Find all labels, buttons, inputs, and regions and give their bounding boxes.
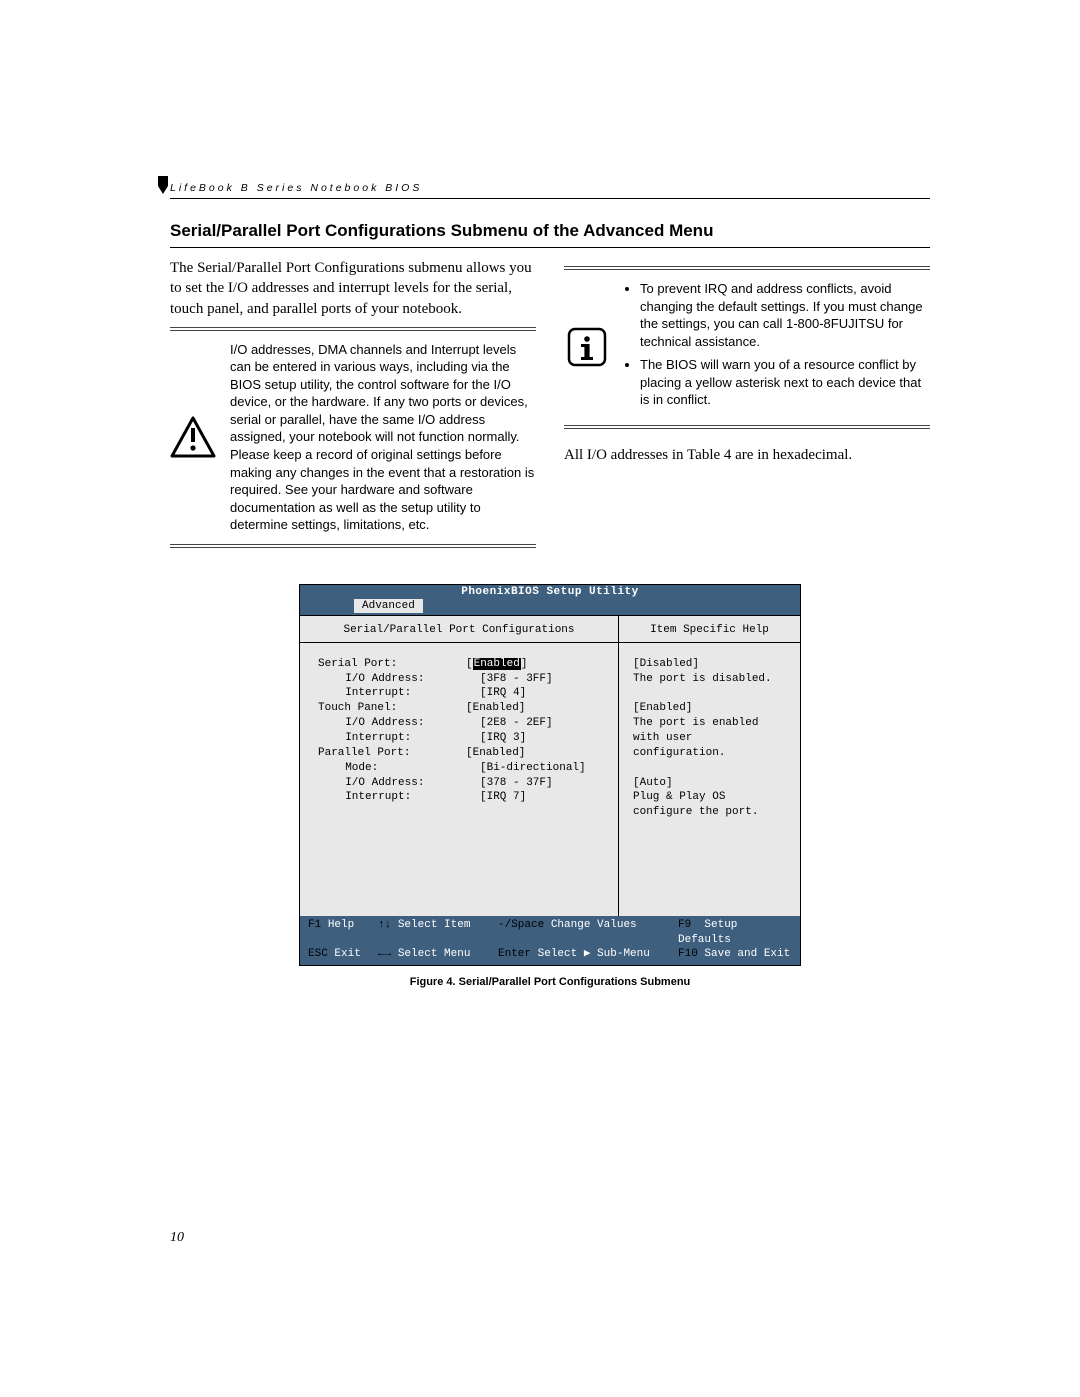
bios-figure: PhoenixBIOS Setup Utility Advanced Seria… <box>299 584 801 989</box>
bios-menubar: Advanced <box>300 599 800 615</box>
bios-setting-label: I/O Address: <box>318 672 480 687</box>
info-bullet: To prevent IRQ and address conflicts, av… <box>640 280 930 350</box>
bios-help-line: The port is disabled. <box>633 672 790 687</box>
bios-help-line: Plug & Play OS <box>633 790 790 805</box>
warning-icon <box>170 416 216 458</box>
key-minus-space[interactable]: -/Space <box>498 919 544 931</box>
bios-titlebar: PhoenixBIOS Setup Utility <box>300 585 800 599</box>
warning-note: I/O addresses, DMA channels and Interrup… <box>170 327 536 548</box>
bios-setting-label: I/O Address: <box>318 776 480 791</box>
header-text: LifeBook B Series Notebook BIOS <box>170 182 422 198</box>
bios-help-line: with user configuration. <box>633 731 790 761</box>
bios-setting-row[interactable]: Touch Panel:[Enabled] <box>318 701 610 716</box>
page-body: LifeBook B Series Notebook BIOS Serial/P… <box>170 178 930 988</box>
warning-text: I/O addresses, DMA channels and Interrup… <box>230 341 536 534</box>
bios-setting-label: Interrupt: <box>318 790 480 805</box>
bios-setting-value[interactable]: [IRQ 7] <box>480 790 526 805</box>
bios-tab-advanced[interactable]: Advanced <box>354 599 423 613</box>
section-title: Serial/Parallel Port Configurations Subm… <box>170 221 930 241</box>
bios-help-panel: Item Specific Help [Disabled]The port is… <box>619 616 800 916</box>
bios-help-line: [Auto] <box>633 776 790 791</box>
bios-setting-value[interactable]: [3F8 - 3FF] <box>480 672 553 687</box>
key-esc[interactable]: ESC <box>308 948 328 960</box>
bios-setting-value[interactable]: [IRQ 3] <box>480 731 526 746</box>
key-f1[interactable]: F1 <box>308 919 321 931</box>
pennant-icon <box>158 176 168 199</box>
intro-paragraph: The Serial/Parallel Port Configurations … <box>170 258 536 319</box>
bios-setting-value[interactable]: [Enabled] <box>466 746 525 761</box>
bios-setting-label: Touch Panel: <box>318 701 466 716</box>
bios-settings-panel: Serial/Parallel Port Configurations Seri… <box>300 616 619 916</box>
bios-setting-value[interactable]: [Bi-directional] <box>480 761 586 776</box>
key-f10[interactable]: F10 <box>678 948 698 960</box>
title-rule <box>170 247 930 248</box>
bios-setting-value[interactable]: [IRQ 4] <box>480 686 526 701</box>
bios-help-line <box>633 761 790 776</box>
bios-setting-value[interactable]: [2E8 - 2EF] <box>480 716 553 731</box>
bios-setting-row[interactable]: Interrupt:[IRQ 4] <box>318 686 610 701</box>
two-column-layout: The Serial/Parallel Port Configurations … <box>170 258 930 548</box>
bios-setting-row[interactable]: I/O Address:[378 - 37F] <box>318 776 610 791</box>
bios-setting-row[interactable]: Mode:[Bi-directional] <box>318 761 610 776</box>
bios-setting-row[interactable]: I/O Address:[3F8 - 3FF] <box>318 672 610 687</box>
bios-help-line: [Disabled] <box>633 657 790 672</box>
bios-help-line: configure the port. <box>633 805 790 820</box>
bios-left-title: Serial/Parallel Port Configurations <box>300 616 618 643</box>
bios-setting-row[interactable]: Interrupt:[IRQ 7] <box>318 790 610 805</box>
bios-setting-row[interactable]: Interrupt:[IRQ 3] <box>318 731 610 746</box>
bios-setting-row[interactable]: Serial Port:[Enabled] <box>318 657 610 672</box>
post-note-text: All I/O addresses in Table 4 are in hexa… <box>564 447 930 464</box>
bios-setting-label: Serial Port: <box>318 657 466 672</box>
key-leftright[interactable]: ←→ <box>378 948 391 960</box>
page-number: 10 <box>170 1230 184 1246</box>
bios-right-title: Item Specific Help <box>619 616 800 643</box>
figure-caption: Figure 4. Serial/Parallel Port Configura… <box>299 976 801 988</box>
key-f9[interactable]: F9 <box>678 919 691 931</box>
bios-help-line: The port is enabled <box>633 716 790 731</box>
bios-setting-label: Interrupt: <box>318 686 480 701</box>
bios-setting-label: I/O Address: <box>318 716 480 731</box>
running-header: LifeBook B Series Notebook BIOS <box>170 178 930 199</box>
info-text: To prevent IRQ and address conflicts, av… <box>624 280 930 415</box>
bios-window: PhoenixBIOS Setup Utility Advanced Seria… <box>299 584 801 967</box>
bios-setting-value[interactable]: [Enabled] <box>466 701 525 716</box>
info-bullet: The BIOS will warn you of a resource con… <box>640 356 930 409</box>
info-icon <box>564 327 610 367</box>
right-column: To prevent IRQ and address conflicts, av… <box>564 258 930 548</box>
key-enter[interactable]: Enter <box>498 948 531 960</box>
bios-setting-row[interactable]: Parallel Port:[Enabled] <box>318 746 610 761</box>
key-updown[interactable]: ↑↓ <box>378 919 391 931</box>
bios-setting-label: Interrupt: <box>318 731 480 746</box>
bios-setting-label: Mode: <box>318 761 480 776</box>
bios-help-line: [Enabled] <box>633 701 790 716</box>
bios-setting-label: Parallel Port: <box>318 746 466 761</box>
bios-help-line <box>633 686 790 701</box>
bios-setting-row[interactable]: I/O Address:[2E8 - 2EF] <box>318 716 610 731</box>
info-note: To prevent IRQ and address conflicts, av… <box>564 266 930 429</box>
bios-footer: F1 Help ↑↓ Select Item -/Space Change Va… <box>300 916 800 966</box>
bios-setting-value[interactable]: [378 - 37F] <box>480 776 553 791</box>
left-column: The Serial/Parallel Port Configurations … <box>170 258 536 548</box>
bios-setting-value[interactable]: [Enabled] <box>466 657 527 672</box>
